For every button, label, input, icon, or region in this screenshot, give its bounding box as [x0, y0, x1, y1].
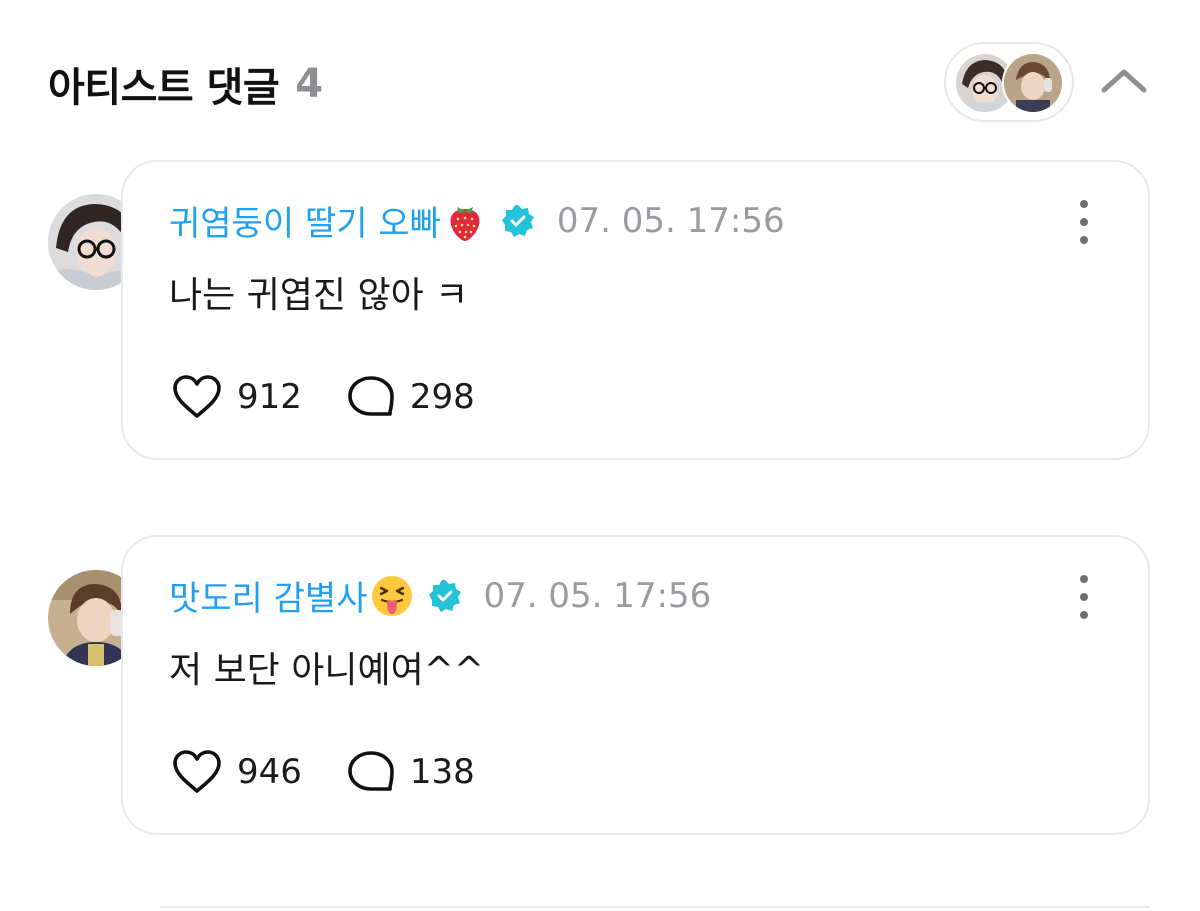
- verified-badge-icon: [501, 204, 535, 238]
- comment-actions: 946 138: [171, 749, 519, 795]
- like-button[interactable]: 946: [171, 749, 302, 795]
- comment-text: 나는 귀엽진 않아 ㅋ: [169, 275, 469, 316]
- comment-author-name[interactable]: 맛도리 감별사: [169, 571, 368, 620]
- comment-meta: 맛도리 감별사 07. 05. 17:56: [169, 571, 711, 620]
- heart-icon: [173, 750, 221, 793]
- artist-avatar-group[interactable]: [944, 42, 1074, 122]
- heart-icon: [173, 375, 221, 418]
- squinting-tongue-emoji-icon: [370, 574, 414, 618]
- comment-text: 저 보단 아니예여^^: [169, 650, 485, 691]
- reply-count: 298: [409, 377, 475, 417]
- comment-count: 4: [295, 61, 324, 107]
- reply-count: 138: [409, 752, 475, 792]
- comment-timestamp: 07. 05. 17:56: [483, 575, 712, 616]
- comment-meta: 귀염둥이 딸기 오빠 07. 05. 17:56: [169, 196, 785, 245]
- strawberry-emoji-icon: [443, 199, 487, 243]
- verified-badge-icon: [428, 579, 462, 613]
- reply-button[interactable]: 298: [346, 374, 475, 420]
- more-options-icon[interactable]: [1072, 575, 1096, 619]
- avatar: [1002, 52, 1064, 114]
- comment-card: 맛도리 감별사 07. 05. 17:56 저 보단 아니예여^^ 946 13…: [121, 535, 1150, 835]
- next-card-edge: [160, 906, 1150, 911]
- reply-bubble-icon: [348, 751, 394, 791]
- like-count: 946: [237, 752, 302, 792]
- like-count: 912: [237, 377, 302, 417]
- reply-button[interactable]: 138: [346, 749, 475, 795]
- section-title: 아티스트 댓글: [48, 65, 280, 111]
- section-header: 아티스트 댓글 4: [48, 52, 323, 116]
- like-button[interactable]: 912: [171, 374, 302, 420]
- comment-actions: 912 298: [171, 374, 519, 420]
- chevron-up-icon: [1101, 69, 1147, 93]
- comment-card: 귀염둥이 딸기 오빠 07. 05. 17:56 나는 귀엽진 않아 ㅋ 912…: [121, 160, 1150, 460]
- collapse-button[interactable]: [1096, 56, 1152, 104]
- comment-author-name[interactable]: 귀염둥이 딸기 오빠: [169, 196, 441, 245]
- more-options-icon[interactable]: [1072, 200, 1096, 244]
- comment-timestamp: 07. 05. 17:56: [556, 200, 785, 241]
- reply-bubble-icon: [348, 376, 394, 416]
- artist-comments-section: 아티스트 댓글 4 귀염둥이 딸기 오빠 07. 05. 17:56 나는 귀엽…: [0, 0, 1200, 911]
